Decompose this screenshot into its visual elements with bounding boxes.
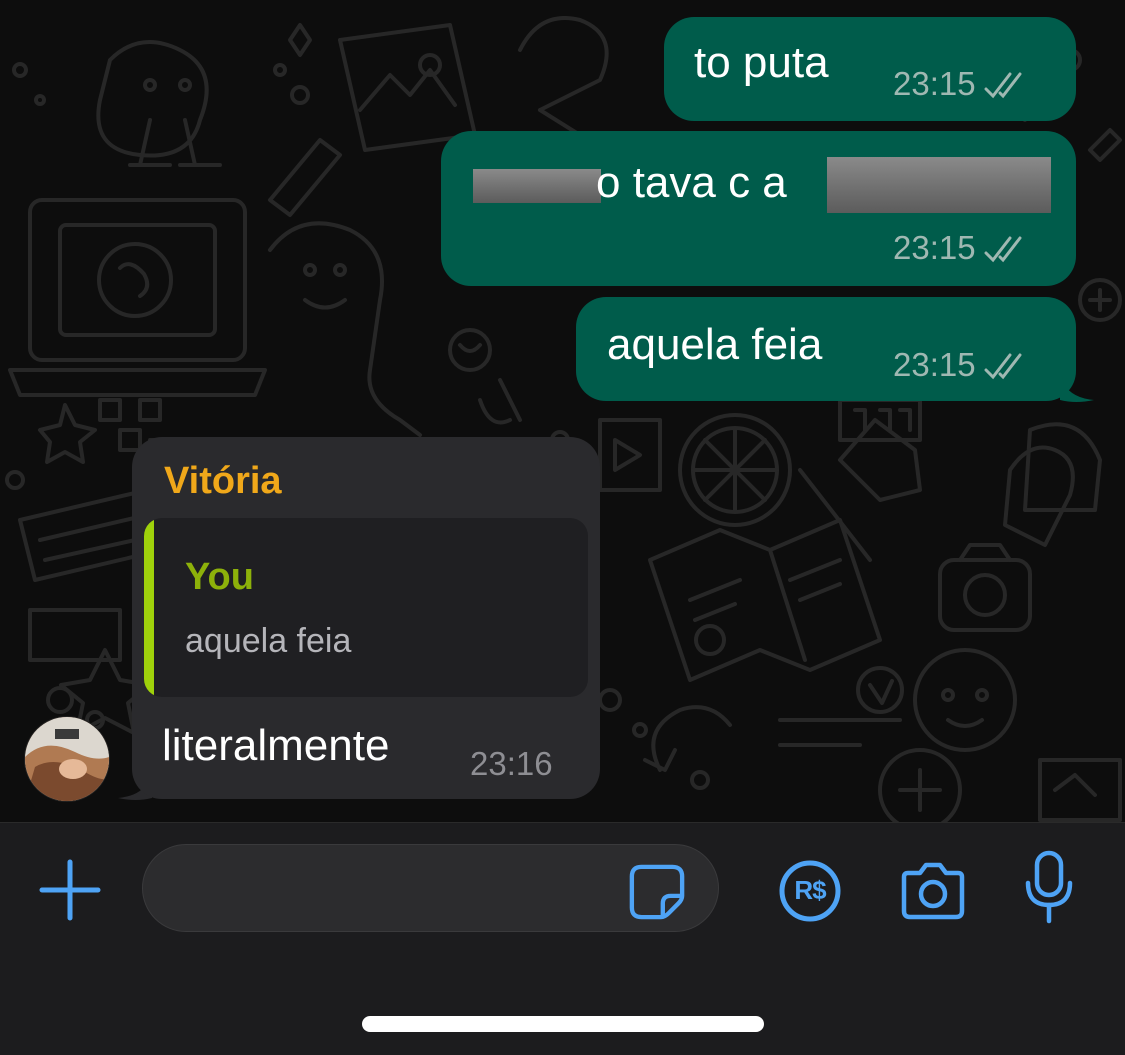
read-ticks-icon: [984, 236, 1022, 263]
sticker-icon[interactable]: [628, 863, 686, 921]
quote-author: You: [185, 556, 254, 598]
sender-avatar[interactable]: [24, 716, 110, 802]
read-ticks-icon: [984, 353, 1022, 380]
avatar-photo: [25, 717, 109, 801]
message-time: 23:15: [893, 346, 976, 383]
microphone-icon[interactable]: [1024, 849, 1074, 929]
sender-name: Vitória: [164, 460, 282, 502]
redacted-block: [473, 169, 601, 203]
message-meta: 23:16: [470, 745, 553, 783]
payment-symbol: R$: [794, 875, 826, 905]
message-meta: 23:15: [893, 65, 1030, 103]
camera-icon[interactable]: [898, 861, 968, 921]
payment-icon[interactable]: R$: [778, 859, 842, 923]
outgoing-message[interactable]: aquela feia 23:15: [576, 297, 1076, 401]
message-text: to puta: [694, 38, 829, 87]
home-indicator[interactable]: [362, 1016, 764, 1032]
message-time: 23:16: [470, 745, 553, 782]
redacted-block: [827, 157, 1051, 213]
bubble-tail: [1060, 364, 1094, 402]
message-meta: 23:15: [893, 346, 1030, 384]
message-text: aquela feia: [607, 320, 823, 369]
read-ticks-icon: [984, 72, 1022, 99]
message-text: o tava c a: [596, 158, 787, 207]
incoming-message[interactable]: Vitória You aquela feia literalmente 23:…: [132, 437, 600, 799]
message-time: 23:15: [893, 65, 976, 102]
chat-area[interactable]: to puta 23:15 o tava c a 23:15 aquela fe…: [0, 0, 1125, 822]
plus-icon[interactable]: [38, 858, 102, 922]
message-meta: 23:15: [893, 229, 1030, 267]
outgoing-message[interactable]: to puta 23:15: [664, 17, 1076, 121]
message-text: literalmente: [162, 721, 390, 770]
quote-accent-bar: [144, 518, 154, 697]
quoted-reply[interactable]: You aquela feia: [144, 518, 588, 697]
quote-text: aquela feia: [185, 622, 352, 660]
chat-screen: to puta 23:15 o tava c a 23:15 aquela fe…: [0, 0, 1125, 1055]
outgoing-message[interactable]: o tava c a 23:15: [441, 131, 1076, 286]
message-time: 23:15: [893, 229, 976, 266]
